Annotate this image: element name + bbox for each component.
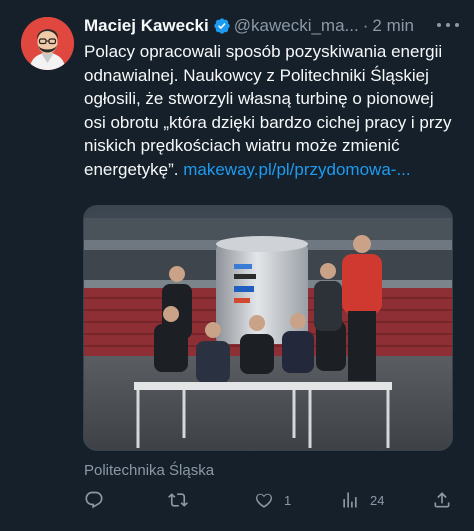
like-count: 1 [284,492,292,508]
heart-icon [256,493,272,508]
stadium-photo [84,206,452,450]
like-button[interactable]: 1 [254,488,291,512]
author-name[interactable]: Maciej Kawecki [84,16,209,36]
tweet-link[interactable]: makeway.pl/pl/​przydomowa-... [183,160,410,179]
author-handle[interactable]: @kawecki_ma... [234,16,359,36]
share-icon [434,492,450,508]
separator-dot: · [362,16,369,35]
retweet-button[interactable] [168,488,198,512]
tweet-text: Polacy opracowali sposób pozyskiwania en… [84,40,454,181]
reply-icon [85,491,103,509]
views-count: 24 [370,492,385,508]
tweet[interactable]: Maciej Kawecki @kawecki_ma... · 2 min Po… [0,0,474,531]
tweet-actions: 1 24 [84,488,456,512]
timestamp[interactable]: 2 min [372,16,414,36]
media-caption[interactable]: Politechnika Śląska [84,462,214,479]
tweet-photo[interactable] [83,205,453,451]
verified-badge-icon [214,18,230,34]
tweet-body: Polacy opracowali sposób pozyskiwania en… [84,42,452,179]
avatar[interactable] [21,17,74,70]
avatar-portrait [21,17,74,70]
tweet-header: Maciej Kawecki @kawecki_ma... · 2 min [84,15,460,37]
views-button[interactable]: 24 [340,488,384,512]
analytics-icon [343,492,357,508]
share-button[interactable] [432,488,452,512]
more-icon[interactable] [437,18,459,32]
reply-button[interactable] [84,488,114,512]
retweet-icon [168,493,188,507]
